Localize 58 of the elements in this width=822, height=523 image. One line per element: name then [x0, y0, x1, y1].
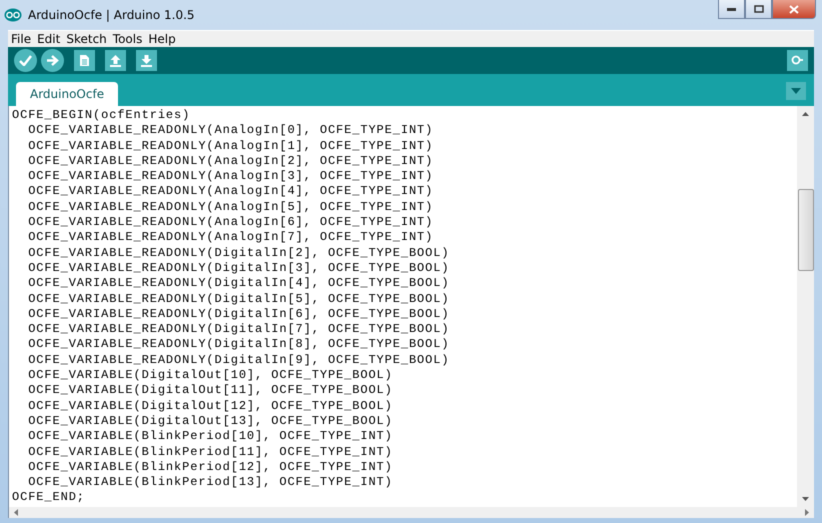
- code-line: OCFE_VARIABLE(BlinkPeriod[11], OCFE_TYPE_INT): [27, 444, 394, 460]
- menu-item[interactable]: Edit: [37, 32, 60, 46]
- code-line: OCFE_BEGIN(ocfEntries): [12, 108, 192, 124]
- window-title: ArduinoOcfe | Arduino 1.0.5: [28, 8, 196, 22]
- code-line: OCFE_VARIABLE_READONLY(DigitalIn[4], OCFE_TYPE_BOOL): [27, 276, 450, 292]
- scroll-right-icon: [805, 509, 810, 516]
- code-line: OCFE_END;: [12, 490, 86, 506]
- arrow-right-icon: [46, 55, 59, 66]
- code-line: OCFE_VARIABLE_READONLY(AnalogIn[1], OCFE_TYPE_INT): [27, 138, 434, 154]
- app-logo-icon: [4, 8, 22, 22]
- code-line: OCFE_VARIABLE_READONLY(DigitalIn[5], OCFE_TYPE_BOOL): [27, 292, 450, 307]
- menu-item[interactable]: Sketch: [66, 32, 107, 46]
- code-line: OCFE_VARIABLE(DigitalOut[11], OCFE_TYPE_BOOL): [27, 383, 394, 399]
- code-line: OCFE_VARIABLE_READONLY(DigitalIn[2], OCFE_TYPE_BOOL): [27, 246, 450, 261]
- serial-monitor-button[interactable]: [787, 50, 808, 71]
- code-line: OCFE_VARIABLE_READONLY(DigitalIn[3], OCFE_TYPE_BOOL): [27, 260, 450, 276]
- code-line: OCFE_VARIABLE_READONLY(AnalogIn[0], OCFE_TYPE_INT): [27, 123, 434, 139]
- magnifier-icon: [791, 55, 804, 66]
- caret-down-icon: [791, 88, 801, 94]
- check-icon: [19, 55, 32, 66]
- code-line: OCFE_VARIABLE(BlinkPeriod[13], OCFE_TYPE_INT): [27, 475, 394, 490]
- menu-item[interactable]: Tools: [112, 32, 142, 46]
- code-line: OCFE_VARIABLE(BlinkPeriod[12], OCFE_TYPE_INT): [27, 460, 394, 476]
- code-line: OCFE_VARIABLE_READONLY(AnalogIn[7], OCFE_TYPE_INT): [27, 230, 434, 246]
- document-icon: [79, 54, 90, 67]
- code-line: OCFE_VARIABLE_READONLY(AnalogIn[2], OCFE_TYPE_INT): [27, 154, 434, 170]
- scroll-thumb[interactable]: [798, 189, 814, 271]
- scroll-up-icon: [802, 111, 809, 117]
- scroll-down-icon: [802, 496, 809, 502]
- toolbar-button[interactable]: [41, 49, 64, 72]
- minimize-icon: [727, 8, 736, 10]
- minimize-button[interactable]: [718, 0, 745, 19]
- close-button[interactable]: [772, 0, 816, 19]
- code-line: OCFE_VARIABLE_READONLY(DigitalIn[7], OCFE_TYPE_BOOL): [27, 322, 450, 338]
- code-line: OCFE_VARIABLE_READONLY(AnalogIn[4], OCFE_TYPE_INT): [27, 184, 434, 200]
- vertical-scrollbar[interactable]: [797, 106, 814, 507]
- code-line: OCFE_VARIABLE(DigitalOut[12], OCFE_TYPE_BOOL): [27, 398, 394, 414]
- scroll-left-icon: [13, 509, 18, 516]
- horizontal-scrollbar[interactable]: [8, 507, 814, 518]
- code-line: OCFE_VARIABLE(DigitalOut[10], OCFE_TYPE_BOOL): [27, 368, 394, 384]
- code-line: OCFE_VARIABLE_READONLY(AnalogIn[5], OCFE_TYPE_INT): [27, 200, 434, 216]
- toolbar-button[interactable]: [14, 49, 37, 72]
- code-line: OCFE_VARIABLE_READONLY(DigitalIn[6], OCFE_TYPE_BOOL): [27, 306, 450, 322]
- maximize-button[interactable]: [745, 0, 772, 19]
- code-line: OCFE_VARIABLE(BlinkPeriod[10], OCFE_TYPE_INT): [27, 429, 394, 445]
- code-line: OCFE_VARIABLE_READONLY(DigitalIn[8], OCFE_TYPE_BOOL): [27, 337, 450, 353]
- code-line: OCFE_VARIABLE_READONLY(DigitalIn[9], OCFE_TYPE_BOOL): [27, 352, 450, 368]
- code-line: OCFE_VARIABLE(DigitalOut[13], OCFE_TYPE_BOOL): [27, 414, 394, 430]
- sketch-tab[interactable]: ArduinoOcfe: [16, 82, 118, 106]
- code-line: OCFE_VARIABLE_READONLY(AnalogIn[3], OCFE_TYPE_INT): [27, 169, 434, 184]
- menu-item[interactable]: File: [11, 32, 32, 46]
- download-icon: [140, 54, 153, 67]
- code-line: OCFE_VARIABLE_READONLY(AnalogIn[6], OCFE_TYPE_INT): [27, 215, 434, 230]
- upload-icon: [109, 54, 122, 67]
- maximize-icon: [754, 5, 764, 13]
- menu-item[interactable]: Help: [148, 32, 176, 46]
- close-icon: [789, 4, 799, 14]
- tab-menu-button[interactable]: [786, 82, 806, 100]
